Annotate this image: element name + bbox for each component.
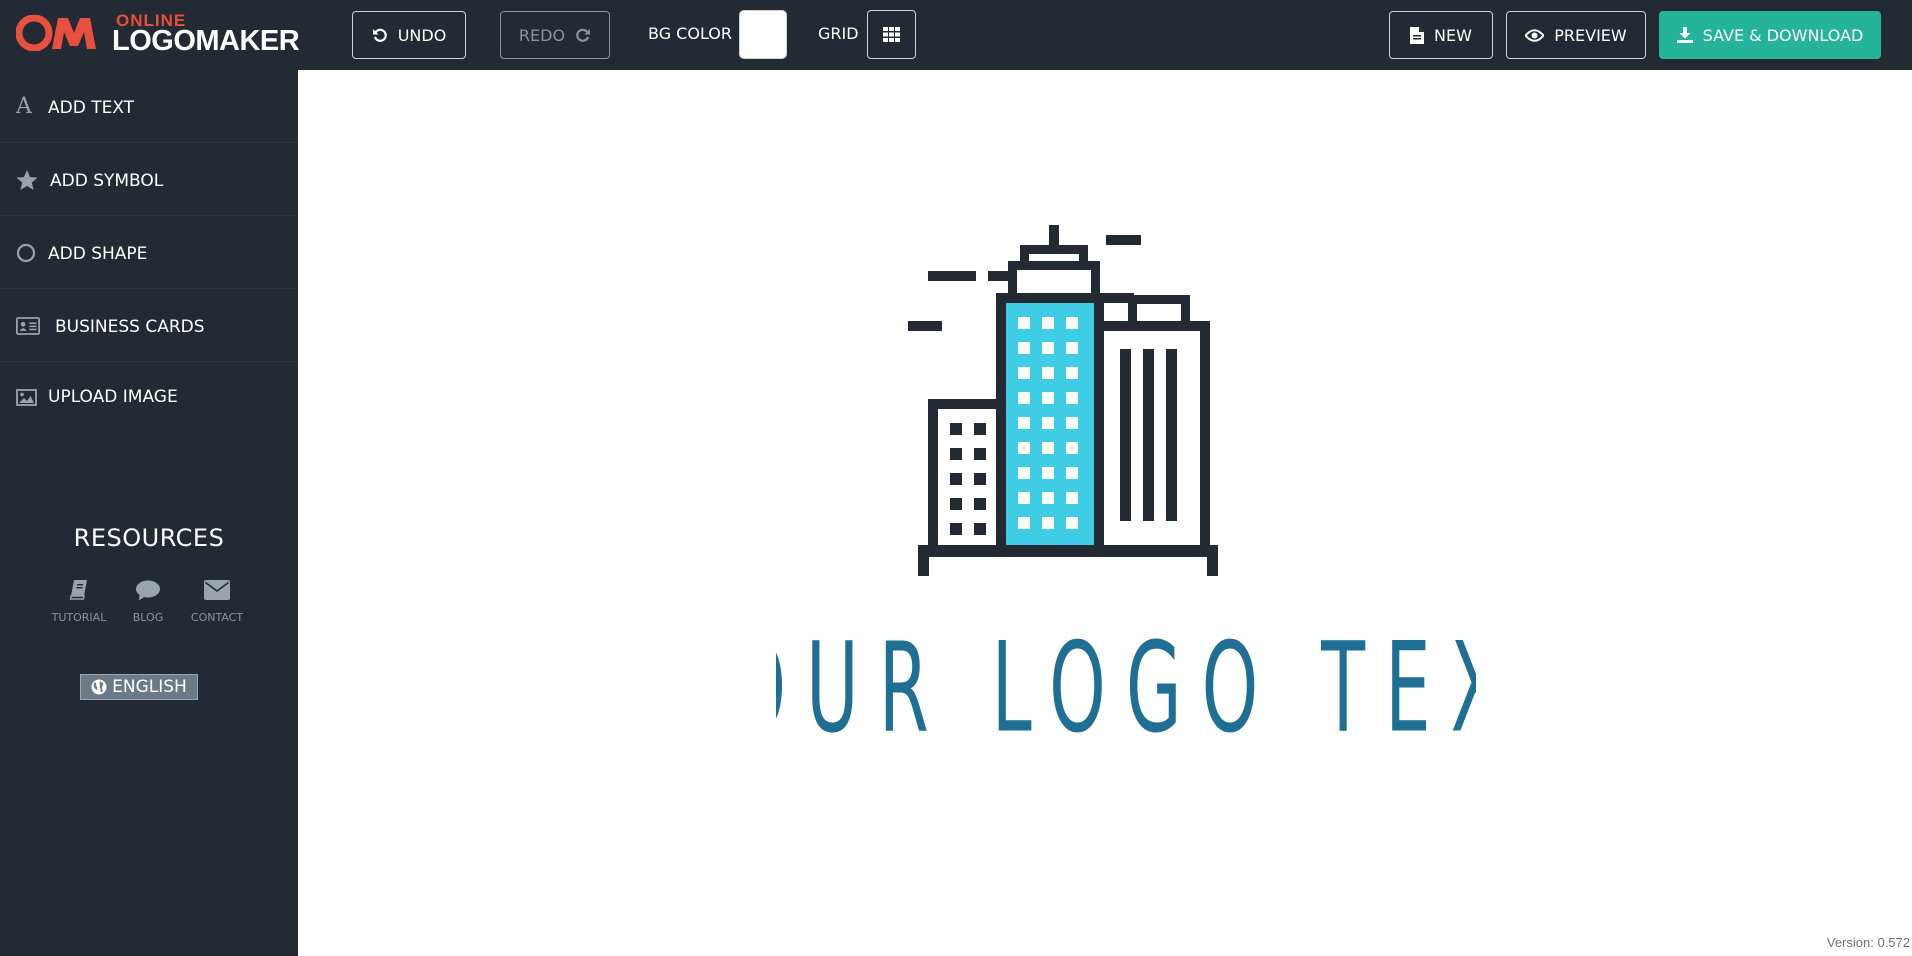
top-toolbar: ONLINE LOGOMAKER UNDO REDO BG COLOR GRID (0, 0, 1912, 70)
logo-text-element[interactable]: YOUR LOGO TEXT (776, 605, 1476, 745)
download-icon (1676, 27, 1693, 43)
envelope-icon (182, 575, 252, 605)
eye-icon (1525, 28, 1545, 42)
language-label: ENGLISH (112, 677, 187, 697)
undo-icon (372, 28, 387, 42)
om-logo-mark-icon (16, 15, 96, 51)
logo-text: YOUR LOGO TEXT (776, 616, 1476, 745)
app-logo[interactable]: ONLINE LOGOMAKER (16, 12, 300, 57)
bg-color-swatch[interactable] (739, 10, 787, 59)
undo-button[interactable]: UNDO (352, 11, 466, 59)
redo-icon (576, 28, 591, 42)
new-button[interactable]: NEW (1389, 11, 1493, 59)
text-icon: A (16, 94, 32, 119)
id-card-icon (16, 315, 40, 337)
sidebar-item-label: ADD TEXT (48, 98, 135, 118)
sidebar-item-label: ADD SYMBOL (50, 171, 164, 191)
comment-icon (113, 575, 183, 605)
sidebar-item-add-text[interactable]: A ADD TEXT (0, 70, 298, 143)
sidebar-item-label: ADD SHAPE (48, 244, 148, 264)
undo-label: UNDO (397, 25, 447, 45)
resource-contact[interactable]: CONTACT (182, 575, 252, 624)
building-symbol-icon[interactable] (908, 225, 1228, 587)
sidebar-item-label: UPLOAD IMAGE (48, 387, 178, 407)
star-icon (16, 169, 40, 191)
grid-label: GRID (818, 24, 859, 43)
design-canvas[interactable]: YOUR LOGO TEXT Version: 0.572 (298, 70, 1912, 956)
preview-button[interactable]: PREVIEW (1506, 11, 1646, 59)
file-icon (1410, 26, 1425, 44)
sidebar-item-upload-image[interactable]: UPLOAD IMAGE (0, 362, 298, 432)
resource-blog[interactable]: BLOG (113, 575, 183, 624)
bg-color-label: BG COLOR (648, 24, 732, 43)
version-label: Version: 0.572 (1826, 935, 1910, 950)
sidebar: A ADD TEXT ADD SYMBOL ADD SHAPE BUSINESS… (0, 70, 298, 956)
sidebar-item-business-cards[interactable]: BUSINESS CARDS (0, 289, 298, 362)
book-icon (44, 575, 114, 605)
grid-toggle-button[interactable] (867, 10, 916, 59)
preview-label: PREVIEW (1554, 25, 1627, 45)
sidebar-item-add-symbol[interactable]: ADD SYMBOL (0, 143, 298, 216)
globe-icon (91, 679, 107, 695)
resource-label: CONTACT (190, 611, 244, 624)
language-selector[interactable]: ENGLISH (80, 674, 198, 700)
new-label: NEW (1434, 25, 1472, 45)
image-icon (16, 386, 40, 408)
sidebar-item-label: BUSINESS CARDS (55, 317, 205, 337)
logo-maker-text: LOGOMAKER (112, 25, 300, 57)
grid-icon (883, 27, 900, 42)
sidebar-item-add-shape[interactable]: ADD SHAPE (0, 216, 298, 289)
resource-label: TUTORIAL (51, 611, 107, 624)
resources-title: RESOURCES (73, 524, 225, 552)
circle-icon (16, 242, 40, 264)
redo-button[interactable]: REDO (500, 11, 610, 59)
save-download-button[interactable]: SAVE & DOWNLOAD (1659, 11, 1881, 59)
redo-label: REDO (518, 25, 566, 45)
resource-label: BLOG (132, 611, 164, 624)
save-download-label: SAVE & DOWNLOAD (1702, 25, 1864, 45)
resource-tutorial[interactable]: TUTORIAL (44, 575, 114, 624)
